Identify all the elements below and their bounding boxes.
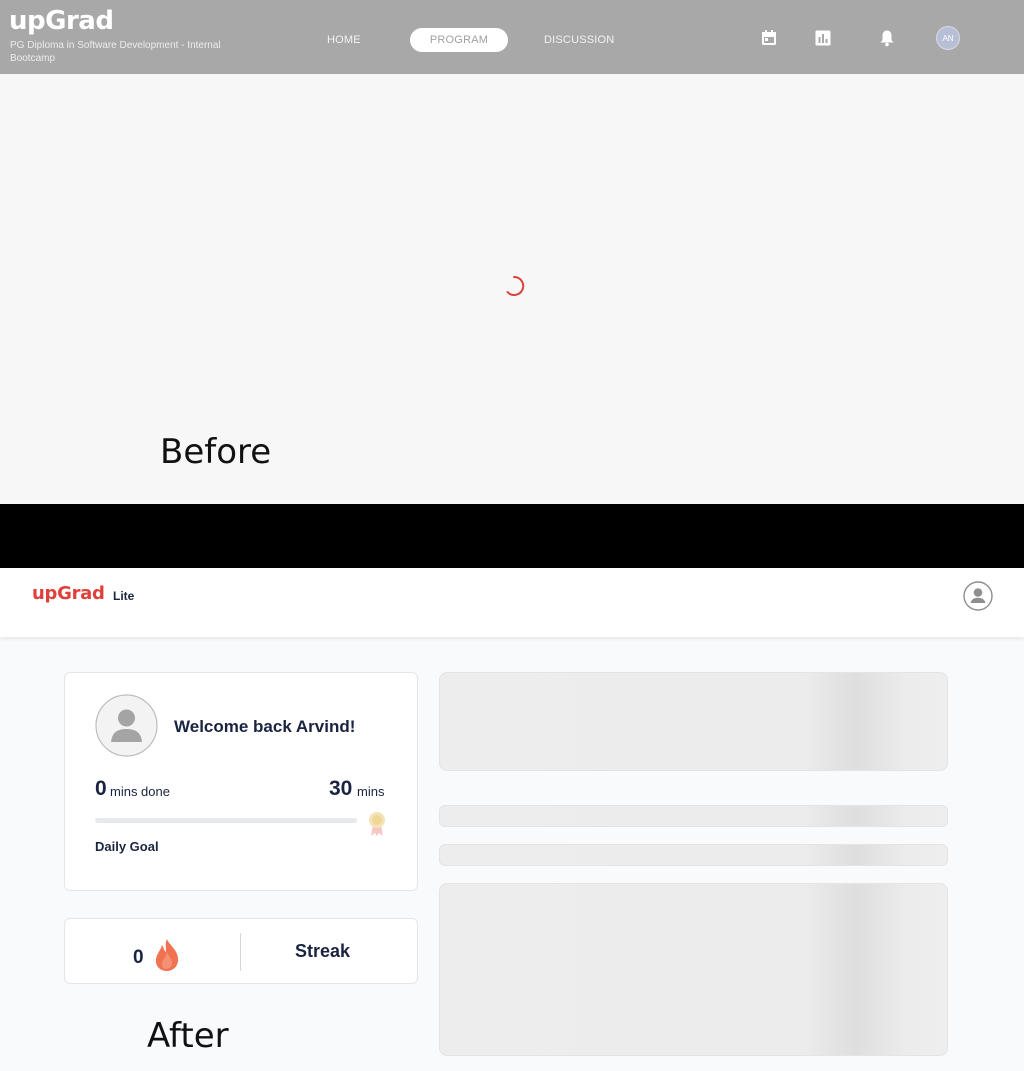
- streak-count: 0: [133, 947, 144, 968]
- goal-minutes-label: mins: [357, 784, 385, 799]
- welcome-card: Welcome back Arvind! 0 mins done 30 mins…: [64, 672, 418, 891]
- bar-chart-icon[interactable]: [814, 29, 832, 47]
- mins-done-label: mins done: [110, 784, 170, 799]
- program-name: PG Diploma in Software Development - Int…: [10, 40, 221, 64]
- daily-goal-label: Daily Goal: [95, 839, 159, 854]
- medal-icon: [369, 812, 385, 836]
- flame-icon: [155, 939, 179, 971]
- streak-divider: [240, 933, 241, 971]
- calendar-icon[interactable]: [760, 29, 778, 47]
- user-avatar[interactable]: AN: [936, 26, 960, 50]
- before-screen: upGrad PG Diploma in Software Developmen…: [0, 0, 1024, 504]
- lite-badge: Lite: [113, 589, 135, 603]
- skeleton-placeholder-line: [439, 844, 948, 866]
- welcome-message: Welcome back Arvind!: [174, 717, 356, 736]
- skeleton-placeholder-line: [439, 805, 948, 827]
- goal-minutes-value: 30: [329, 777, 353, 800]
- top-navigation-bar: upGrad PG Diploma in Software Developmen…: [0, 0, 1024, 74]
- bell-icon[interactable]: [878, 29, 896, 47]
- upgrad-lite-logo[interactable]: upGrad: [32, 583, 105, 604]
- before-caption: Before: [160, 432, 272, 472]
- header-bar: upGrad Lite: [0, 568, 1024, 637]
- nav-program-tab[interactable]: PROGRAM: [410, 28, 508, 52]
- streak-label: Streak: [295, 941, 351, 961]
- nav-discussion-link[interactable]: DISCUSSION: [544, 34, 614, 46]
- user-avatar-icon: [95, 694, 158, 757]
- loading-spinner: [506, 275, 525, 296]
- streak-card: 0 Streak: [64, 918, 418, 984]
- after-screen: upGrad Lite Welcome back Arvind! 0 mins …: [0, 568, 1024, 1071]
- nav-home-link[interactable]: HOME: [327, 34, 361, 46]
- skeleton-placeholder-content: [439, 883, 948, 1056]
- mins-done-value: 0: [95, 777, 107, 800]
- upgrad-logo[interactable]: upGrad: [9, 6, 114, 36]
- profile-icon[interactable]: [963, 581, 993, 611]
- daily-goal-progress-bar: [95, 818, 357, 823]
- black-divider: [0, 504, 1024, 568]
- after-caption: After: [147, 1016, 229, 1056]
- skeleton-placeholder-banner: [439, 672, 948, 771]
